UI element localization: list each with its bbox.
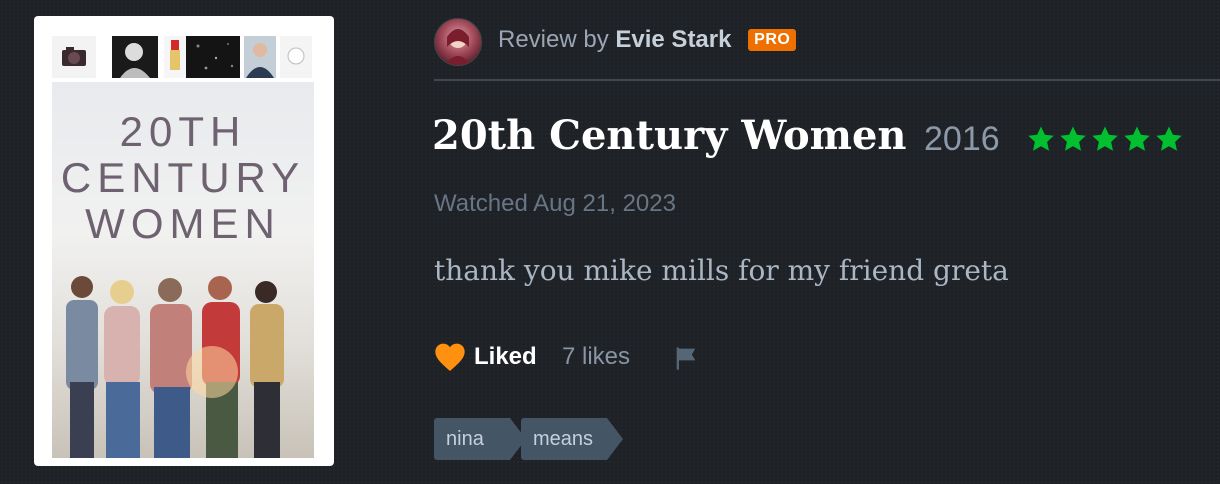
poster-cast-illustration <box>66 276 284 458</box>
heart-icon[interactable] <box>434 342 466 372</box>
poster-artwork: 20TH CENTURY WOMEN <box>52 82 314 458</box>
likes-count-link[interactable]: 7 likes <box>562 343 630 371</box>
watched-date-link[interactable]: Watched Aug 21, 2023 <box>434 190 676 218</box>
star-icon <box>1156 126 1182 151</box>
film-title-link[interactable]: 20th Century Women <box>432 112 907 159</box>
film-year-link[interactable]: 2016 <box>924 120 1000 159</box>
review-by-prefix: Review by <box>498 26 609 53</box>
star-icon <box>1028 126 1054 151</box>
film-poster[interactable]: 20TH CENTURY WOMEN <box>34 16 334 466</box>
star-icon <box>1060 126 1086 151</box>
header-divider <box>434 79 1220 81</box>
review-body: thank you mike mills for my friend greta <box>434 254 1009 287</box>
review-byline: Review by Evie Stark PRO <box>498 26 797 54</box>
portrait-bw-thumbnail <box>112 36 158 78</box>
star-icon <box>1124 126 1150 151</box>
star-icon <box>1092 126 1118 151</box>
avatar[interactable] <box>434 18 482 66</box>
author-name-link[interactable]: Evie Stark <box>615 26 731 53</box>
tag-nina[interactable]: nina <box>434 418 526 460</box>
pill-thumbnail <box>280 36 312 78</box>
man-portrait-thumbnail <box>244 36 276 78</box>
star-rating <box>1026 124 1184 154</box>
tag-means[interactable]: means <box>521 418 623 460</box>
camera-thumbnail <box>52 36 96 78</box>
poster-thumbnail-strip <box>52 36 314 78</box>
flag-icon[interactable] <box>672 344 700 372</box>
texture-thumbnail <box>186 36 240 78</box>
lipstick-thumbnail <box>164 36 186 78</box>
liked-label: Liked <box>474 343 537 370</box>
pro-badge: PRO <box>748 29 797 51</box>
